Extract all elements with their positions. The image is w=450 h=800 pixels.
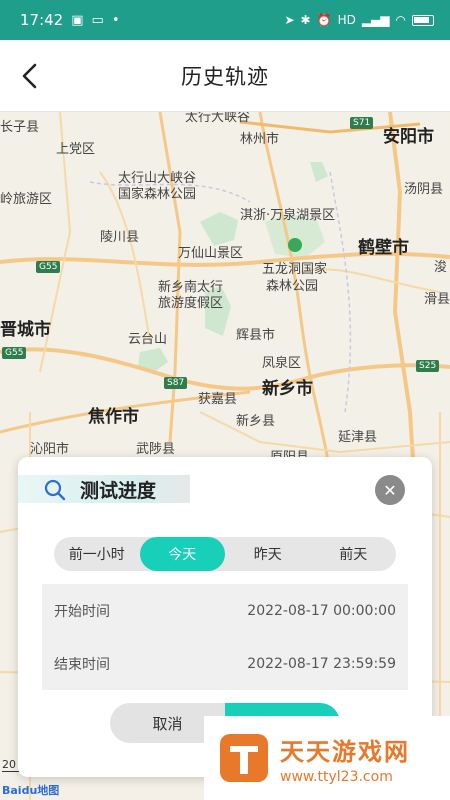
map-label: 新乡县 — [236, 414, 276, 429]
date-tabs: 前一小时 今天 昨天 前天 — [54, 537, 396, 571]
map-label: 长子县 — [0, 120, 40, 135]
time-range-box: 开始时间 2022-08-17 00:00:00 结束时间 2022-08-17… — [42, 584, 408, 690]
map-label-city: 晋城市 — [0, 320, 51, 340]
map-label: 陵川县 — [100, 230, 140, 245]
start-time-label: 开始时间 — [54, 603, 110, 620]
map-label: 万仙山景区 — [178, 246, 244, 261]
close-button[interactable]: ✕ — [375, 475, 405, 505]
image-icon: ▭ — [91, 12, 104, 28]
panel-title: 测试进度 — [80, 480, 157, 502]
map-label: 武陟县 — [136, 442, 176, 457]
nav-bar: 历史轨迹 — [0, 40, 450, 112]
tab-day-before-yesterday[interactable]: 前天 — [311, 537, 397, 571]
highway-badge: S25 — [416, 360, 440, 372]
signal-icon: ▂▄▆ — [361, 13, 390, 27]
map-label: 岭旅游区 — [0, 192, 53, 207]
watermark-title: 天天游戏网 — [280, 737, 410, 766]
map-label: 延津县 — [338, 430, 378, 445]
map-label: 国家森林公园 — [118, 187, 197, 202]
panel-header: 测试进度 ✕ — [18, 475, 432, 505]
map-label: 上党区 — [56, 142, 96, 157]
wifi-icon: ◠ — [395, 13, 406, 27]
map-label-city: 鹤壁市 — [358, 238, 409, 258]
site-logo-icon — [220, 734, 268, 782]
highway-badge: G55 — [36, 261, 61, 273]
end-time-value[interactable]: 2022-08-17 23:59:59 — [247, 656, 396, 672]
highway-badge: S71 — [350, 117, 374, 129]
end-time-row[interactable]: 结束时间 2022-08-17 23:59:59 — [42, 637, 408, 690]
map-label: 森林公园 — [266, 279, 319, 294]
map-label: 浚 — [434, 260, 448, 275]
status-bar: 17:42 ▣ ▭ • ➤ ✱ ⏰ HD ▂▄▆ ◠ — [0, 0, 450, 40]
bluetooth-icon: ✱ — [300, 13, 311, 27]
map-label: 沁阳市 — [30, 442, 70, 457]
baidu-map-logo: Baidu地图 — [2, 784, 60, 797]
status-time: 17:42 — [20, 11, 64, 29]
highway-badge: G55 — [2, 347, 27, 359]
more-dots-icon: • — [111, 12, 120, 28]
site-watermark: 天天游戏网 www.ttyl23.com — [204, 716, 450, 800]
search-icon — [44, 479, 66, 501]
start-time-row[interactable]: 开始时间 2022-08-17 00:00:00 — [42, 584, 408, 637]
alarm-icon: ⏰ — [316, 13, 332, 27]
page-title: 历史轨迹 — [181, 64, 269, 89]
close-icon: ✕ — [383, 480, 397, 500]
map-label: 旅游度假区 — [158, 296, 224, 311]
highway-badge: S87 — [164, 377, 188, 389]
watermark-url: www.ttyl23.com — [280, 768, 393, 785]
location-icon: ➤ — [284, 13, 295, 27]
map-label: 凤泉区 — [262, 356, 302, 371]
hd-icon: HD — [337, 13, 356, 27]
chevron-left-icon — [22, 63, 37, 89]
end-time-label: 结束时间 — [54, 656, 110, 673]
map-label: 太行大峡谷 — [185, 112, 251, 125]
map-label-city: 安阳市 — [383, 127, 434, 147]
start-time-value[interactable]: 2022-08-17 00:00:00 — [247, 603, 396, 619]
map-label: 获嘉县 — [198, 392, 238, 407]
map-label: 汤阴县 — [404, 182, 444, 197]
tab-today[interactable]: 今天 — [139, 537, 225, 571]
alert-icon: ▣ — [71, 12, 84, 28]
map-label-city: 焦作市 — [88, 407, 139, 427]
map-label: 云台山 — [128, 332, 168, 347]
map-label: 辉县市 — [236, 328, 276, 343]
map-label: 林州市 — [240, 132, 280, 147]
map-label: 淇浙·万泉湖景区 — [240, 208, 336, 223]
tab-last-hour[interactable]: 前一小时 — [54, 537, 140, 571]
back-button[interactable] — [8, 52, 52, 100]
battery-icon — [412, 14, 434, 26]
map-label: 滑县 — [424, 292, 450, 307]
tab-yesterday[interactable]: 昨天 — [225, 537, 311, 571]
map-label-city: 新乡市 — [262, 379, 313, 399]
